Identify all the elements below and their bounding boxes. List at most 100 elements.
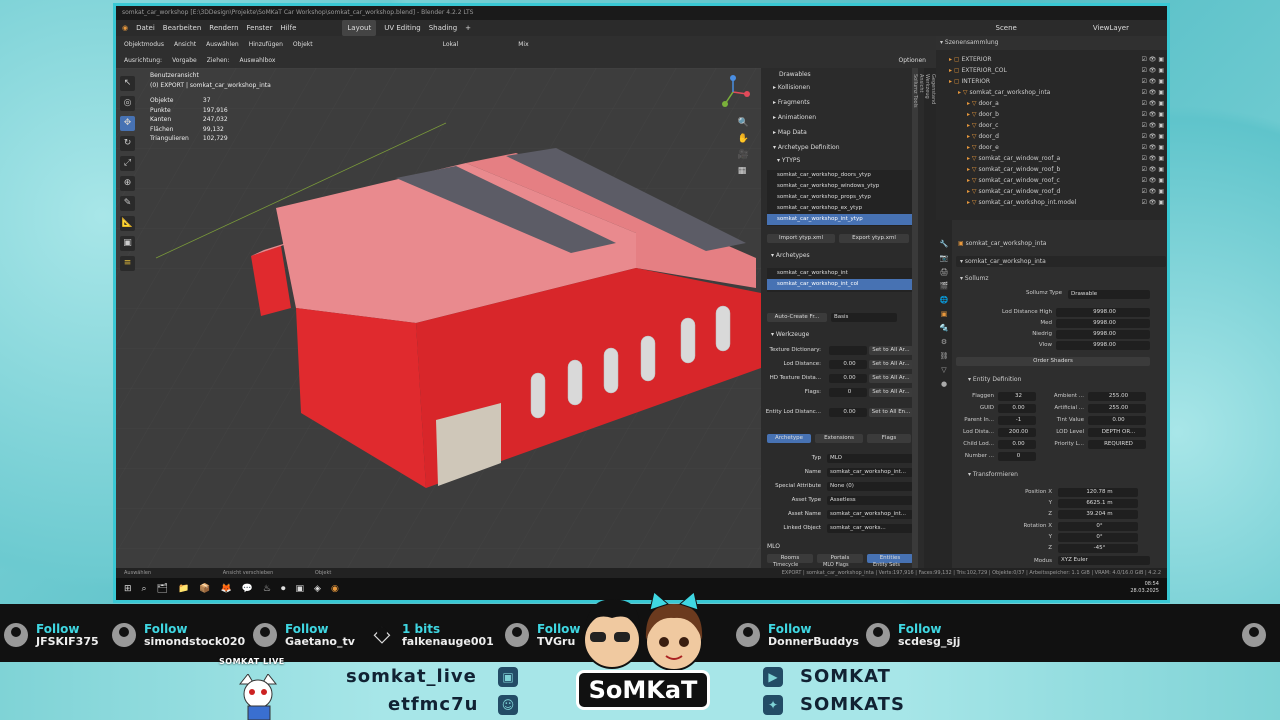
- tab-uv-editing[interactable]: UV Editing: [384, 20, 421, 36]
- visibility-icon[interactable]: ☑ 👁 ▣: [1142, 98, 1164, 109]
- orientation-selector[interactable]: Lokal: [443, 41, 459, 48]
- visibility-icon[interactable]: ☑ 👁 ▣: [1142, 153, 1164, 164]
- steam-icon[interactable]: ♨: [263, 584, 271, 594]
- search-icon[interactable]: ⌕: [142, 584, 147, 594]
- list-item[interactable]: somkat_car_workshop_int: [767, 268, 912, 279]
- name-field[interactable]: somkat_car_workshop_int...: [827, 468, 913, 477]
- flags-field[interactable]: 0: [829, 388, 867, 397]
- tab-archetype[interactable]: Archetype: [767, 434, 811, 443]
- output-props-icon[interactable]: 🖨: [940, 268, 949, 276]
- section-map-data[interactable]: ▸ Map Data: [773, 126, 807, 139]
- entity-field[interactable]: 200.00: [998, 428, 1036, 437]
- section-animationen[interactable]: ▸ Animationen: [773, 111, 816, 124]
- outliner-row[interactable]: ▸ ▢ EXTERIOR_COL ☑ 👁 ▣: [936, 65, 1167, 76]
- section-kollisionen[interactable]: ▸ Kollisionen: [773, 81, 810, 94]
- outliner-row[interactable]: ▸ ▽ somkat_car_workshop_int.model ☑ 👁 ▣: [936, 197, 1167, 208]
- modifier-props-icon[interactable]: 🔩: [940, 324, 949, 332]
- render-props-icon[interactable]: 📷: [940, 254, 949, 262]
- linked-object-field[interactable]: somkat_car_works...: [827, 524, 913, 533]
- menu-fenster[interactable]: Fenster: [247, 20, 273, 36]
- entity-field[interactable]: REQUIRED: [1088, 440, 1146, 449]
- order-shaders-button[interactable]: Order Shaders: [956, 357, 1150, 366]
- archetypes-header[interactable]: ▾ Archetypes: [771, 249, 810, 262]
- start-icon[interactable]: ⊞: [124, 584, 132, 594]
- transform-tool-icon[interactable]: ⊕: [120, 176, 135, 191]
- set-all-button[interactable]: Set to All Ar...: [869, 346, 913, 355]
- scale-tool-icon[interactable]: ⤢: [120, 156, 135, 171]
- list-item[interactable]: somkat_car_workshop_int_ytyp: [767, 214, 912, 225]
- list-item[interactable]: somkat_car_workshop_props_ytyp: [767, 192, 912, 203]
- viewlayer-selector[interactable]: ViewLayer: [1093, 20, 1129, 36]
- section-fragments[interactable]: ▸ Fragments: [773, 96, 810, 109]
- zoom-icon[interactable]: 🔍: [738, 118, 749, 128]
- rotate-tool-icon[interactable]: ↻: [120, 136, 135, 151]
- outliner-row[interactable]: ▸ ▽ somkat_car_window_roof_a ☑ 👁 ▣: [936, 153, 1167, 164]
- folder-icon[interactable]: 📁: [178, 584, 189, 594]
- visibility-icon[interactable]: ☑ 👁 ▣: [1142, 197, 1164, 208]
- export-ytyp-button[interactable]: Export ytyp.xml: [839, 234, 909, 243]
- ausrichtung-dropdown[interactable]: Vorgabe: [172, 57, 197, 64]
- set-all-button[interactable]: Set to All Ar...: [869, 360, 913, 369]
- entity-field[interactable]: 32: [998, 392, 1036, 401]
- outliner-row[interactable]: ▸ ▽ door_d ☑ 👁 ▣: [936, 131, 1167, 142]
- tab-shading[interactable]: Shading: [429, 20, 457, 36]
- sollumz-header[interactable]: ▾ Sollumz: [960, 275, 989, 282]
- outliner-row[interactable]: ▸ ▽ door_c ☑ 👁 ▣: [936, 120, 1167, 131]
- visibility-icon[interactable]: ☑ 👁 ▣: [1142, 120, 1164, 131]
- grid-icon[interactable]: ▦: [738, 166, 749, 176]
- visibility-icon[interactable]: ☑ 👁 ▣: [1142, 76, 1164, 87]
- asset-name-field[interactable]: somkat_car_workshop_int...: [827, 510, 913, 519]
- tab-ansicht[interactable]: Ansicht: [918, 68, 924, 568]
- annotate-tool-icon[interactable]: ✎: [120, 196, 135, 211]
- auto-create-button[interactable]: Auto-Create Fr...: [767, 313, 827, 322]
- obs-icon[interactable]: ⏺: [281, 584, 286, 594]
- outliner-row[interactable]: ▸ ▽ door_a ☑ 👁 ▣: [936, 98, 1167, 109]
- list-item[interactable]: somkat_car_workshop_int_col: [767, 279, 912, 290]
- rotation-field[interactable]: 0°: [1058, 522, 1138, 531]
- object-name-field[interactable]: ▾ somkat_car_workshop_inta: [956, 256, 1166, 267]
- lod-distance-field[interactable]: 9998.00: [1056, 308, 1150, 317]
- list-item[interactable]: somkat_car_workshop_doors_ytyp: [767, 170, 912, 181]
- transform-header[interactable]: ▾ Transformieren: [968, 471, 1018, 478]
- add-cube-tool-icon[interactable]: ▣: [120, 236, 135, 251]
- blender-logo-icon[interactable]: ◉: [122, 20, 128, 36]
- physics-props-icon[interactable]: ⚙: [941, 338, 947, 346]
- lod-distance-field[interactable]: 0.00: [829, 360, 867, 369]
- tab-sollumz-tools[interactable]: Sollumz Tools: [912, 68, 918, 568]
- world-props-icon[interactable]: 🌐: [940, 296, 949, 304]
- menu-hilfe[interactable]: Hilfe: [280, 20, 296, 36]
- material-props-icon[interactable]: ●: [941, 380, 947, 388]
- menu-hinzufuegen[interactable]: Hinzufügen: [249, 41, 283, 48]
- extra-tool-icon[interactable]: ≡: [120, 256, 135, 271]
- ytyps-header[interactable]: ▾ YTYPS: [777, 154, 800, 167]
- tab-layout[interactable]: Layout: [342, 20, 377, 36]
- entity-field[interactable]: 0.00: [1088, 416, 1146, 425]
- object-props-icon[interactable]: ▣: [941, 310, 948, 318]
- scene-props-icon[interactable]: 🎬: [940, 282, 949, 290]
- rotation-mode-dropdown[interactable]: XYZ Euler: [1058, 556, 1150, 565]
- pivot-selector[interactable]: Mix: [518, 41, 528, 48]
- menu-auswaehlen[interactable]: Auswählen: [206, 41, 239, 48]
- section-archetype-definition[interactable]: ▾ Archetype Definition: [773, 141, 840, 154]
- list-item[interactable]: somkat_car_workshop_ex_ytyp: [767, 203, 912, 214]
- navigation-gizmo-icon[interactable]: [713, 72, 753, 112]
- texture-dictionary-field[interactable]: [829, 346, 867, 355]
- typ-dropdown[interactable]: MLO: [827, 454, 913, 463]
- outliner-row[interactable]: ▸ ▽ somkat_car_workshop_inta ☑ 👁 ▣: [936, 87, 1167, 98]
- rotation-field[interactable]: 0°: [1058, 533, 1138, 542]
- special-attribute-dropdown[interactable]: None (0): [827, 482, 913, 491]
- pan-hand-icon[interactable]: ✋: [738, 134, 749, 144]
- set-all-button[interactable]: Set to All Ar...: [869, 388, 913, 397]
- position-field[interactable]: 6625.1 m: [1058, 499, 1138, 508]
- import-ytyp-button[interactable]: Import ytyp.xml: [767, 234, 835, 243]
- sollumz-type-dropdown[interactable]: Drawable: [1068, 290, 1150, 299]
- tool-props-icon[interactable]: 🔧: [940, 240, 949, 248]
- firefox-icon[interactable]: 🦊: [220, 584, 231, 594]
- entity-field[interactable]: 0.00: [998, 440, 1036, 449]
- mode-selector[interactable]: Objektmodus: [124, 41, 164, 48]
- visibility-icon[interactable]: ☑ 👁 ▣: [1142, 131, 1164, 142]
- visibility-icon[interactable]: ☑ 👁 ▣: [1142, 65, 1164, 76]
- tab-extensions[interactable]: Extensions: [815, 434, 863, 443]
- outliner-row[interactable]: ▸ ▽ door_e ☑ 👁 ▣: [936, 142, 1167, 153]
- visibility-icon[interactable]: ☑ 👁 ▣: [1142, 109, 1164, 120]
